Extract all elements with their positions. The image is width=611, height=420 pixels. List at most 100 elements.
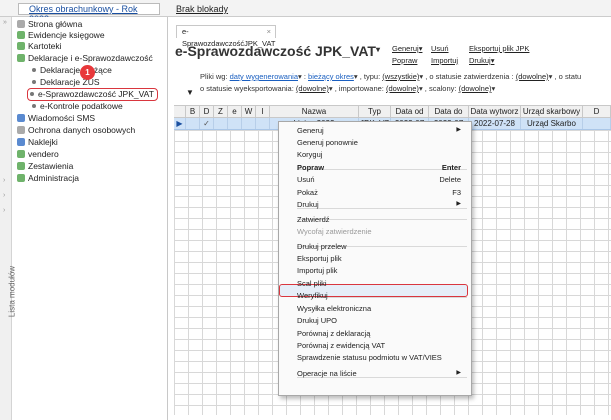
- column-header[interactable]: W: [242, 106, 256, 117]
- declarations-icon: [17, 54, 25, 62]
- dot-icon: [32, 68, 36, 72]
- menu-item-usun[interactable]: Usuń Delete: [297, 174, 467, 185]
- rail-label: Lista modułów: [7, 265, 17, 318]
- sidebar-item-deklaracje[interactable]: Deklaracje i e-Sprawozdawczość: [17, 53, 153, 64]
- tab-jpk-vat[interactable]: e-SprawozdawczośćJPK_VAT ×: [176, 25, 276, 48]
- menu-item-importuj-plik[interactable]: Importuj plik: [297, 265, 467, 276]
- menu-item-generuj-ponownie[interactable]: Generuj ponownie: [297, 137, 467, 148]
- filter-date-type[interactable]: daty wygenerowania: [230, 72, 298, 81]
- menu-item-label: Generuj: [297, 126, 324, 135]
- row-pointer-icon: ▶: [174, 118, 186, 129]
- column-header[interactable]: Z: [214, 106, 228, 117]
- eksportuj-button[interactable]: Eksportuj plik JPK: [469, 44, 529, 53]
- module-rail[interactable]: » › › › Lista modułów: [0, 17, 17, 420]
- menu-item-pokaz[interactable]: Pokaż F3: [297, 187, 467, 198]
- sidebar-item-administracja[interactable]: Administracja: [17, 173, 79, 184]
- menu-item-wycofaj-zatwierdzenie: Wycofaj zatwierdzenie: [297, 226, 467, 237]
- menu-item-generuj[interactable]: Generuj ▶: [297, 125, 467, 136]
- menu-item-label: Usuń: [297, 175, 315, 184]
- menu-item-scal-pliki[interactable]: Scal pliki: [297, 278, 467, 289]
- column-header[interactable]: Typ: [359, 106, 391, 117]
- column-header[interactable]: Nazwa: [270, 106, 359, 117]
- chevron-down-icon: ▾: [419, 72, 424, 81]
- popraw-button[interactable]: Popraw: [392, 56, 417, 65]
- column-header[interactable]: Data do: [429, 106, 469, 117]
- column-header[interactable]: Data wytworz: [469, 106, 521, 117]
- sidebar-item-label: Administracja: [28, 173, 80, 183]
- sidebar-item-zestawienia[interactable]: Zestawienia: [17, 161, 73, 172]
- filter-label: o statusie wyeksportowania:: [200, 84, 294, 93]
- filter-label: Pliki wg:: [200, 72, 228, 81]
- period-selector[interactable]: Okres obrachunkowy - Rok 2022 ▾: [18, 3, 160, 24]
- menu-item-porownaj-z-ewidencja-vat[interactable]: Porównaj z ewidencją VAT: [297, 340, 467, 351]
- menu-item-koryguj[interactable]: Koryguj: [297, 149, 467, 160]
- filter-merged[interactable]: (dowolne): [459, 84, 492, 93]
- page-title-text: e-Sprawozdawczość JPK_VAT: [175, 43, 376, 59]
- sidebar-item-strona-glowna[interactable]: Strona główna: [17, 19, 82, 30]
- dot-icon: [30, 92, 34, 96]
- menu-item-drukuj[interactable]: Drukuj ▶: [297, 199, 467, 210]
- menu-item-label: Sprawdzenie statusu podmiotu w VAT/VIES: [297, 353, 442, 362]
- sidebar-item-label: Strona główna: [28, 19, 83, 29]
- menu-item-drukuj-przelew[interactable]: Drukuj przelew: [297, 241, 467, 252]
- menu-item-label: Porównaj z deklaracją: [297, 329, 371, 338]
- menu-shortcut: F3: [452, 188, 461, 197]
- filter-line-1: Pliki wg: daty wygenerowania▾ : bieżący …: [200, 72, 582, 81]
- filter-export-status[interactable]: (dowolne): [296, 84, 329, 93]
- filter-type[interactable]: (wszystkie): [382, 72, 419, 81]
- table-cell: [583, 118, 611, 129]
- check-icon: ✓: [200, 118, 214, 129]
- sticker-icon: [17, 138, 25, 146]
- importuj-button[interactable]: Importuj: [431, 56, 458, 65]
- column-header[interactable]: D: [583, 106, 611, 117]
- filter-approval-status[interactable]: (dowolne): [516, 72, 549, 81]
- menu-item-porownaj-z-deklaracja[interactable]: Porównaj z deklaracją: [297, 328, 467, 339]
- menu-item-drukuj-upo[interactable]: Drukuj UPO: [297, 315, 467, 326]
- chevron-right-icon: ›: [3, 177, 6, 184]
- filter-period[interactable]: bieżący okres: [308, 72, 354, 81]
- close-icon[interactable]: ×: [267, 26, 271, 38]
- menu-item-wysylka-elektroniczna[interactable]: Wysyłka elektroniczna: [297, 303, 467, 314]
- column-header[interactable]: D: [200, 106, 214, 117]
- sidebar-item-label: Deklaracje i e-Sprawozdawczość: [28, 53, 153, 63]
- column-header[interactable]: B: [186, 106, 200, 117]
- sidebar-item-label: Ewidencje księgowe: [28, 30, 105, 40]
- menu-item-operacje-na-liscie[interactable]: Operacje na liście ▶: [297, 368, 467, 379]
- menu-item-zatwierdz[interactable]: Zatwierdź: [297, 214, 467, 225]
- sidebar-item-jpk-vat[interactable]: e-Sprawozdawczość JPK_VAT: [27, 88, 158, 101]
- blokady-link[interactable]: Brak blokady: [176, 4, 228, 14]
- column-header[interactable]: [174, 106, 186, 117]
- chevron-down-icon[interactable]: ▾: [376, 45, 380, 54]
- sidebar-item-label: Zestawienia: [28, 161, 74, 171]
- grid-header: B D Z e W I Nazwa Typ Data od Data do Da…: [174, 106, 611, 118]
- drukuj-button[interactable]: Drukuj▾: [469, 56, 494, 65]
- sidebar-item-ochrona[interactable]: Ochrona danych osobowych: [17, 125, 135, 136]
- sidebar-item-e-kontrole[interactable]: e-Kontrole podatkowe: [30, 101, 123, 112]
- sidebar-item-ewidencje[interactable]: Ewidencje księgowe: [17, 30, 105, 41]
- usun-button[interactable]: Usuń: [431, 44, 449, 53]
- column-header[interactable]: Urząd skarbowy: [521, 106, 583, 117]
- filter-imported[interactable]: (dowolne): [386, 84, 419, 93]
- menu-item-weryfikuj[interactable]: Weryfikuj: [297, 290, 467, 301]
- sidebar-item-kartoteki[interactable]: Kartoteki: [17, 41, 62, 52]
- sidebar-item-naklejki[interactable]: Naklejki: [17, 137, 58, 148]
- table-cell: 2022-07-28: [469, 118, 521, 129]
- report-icon: [17, 162, 25, 170]
- submenu-arrow-icon: ▶: [456, 370, 461, 376]
- generuj-button[interactable]: Generuj▾: [392, 44, 422, 53]
- sidebar-item-label: Kartoteki: [28, 41, 62, 51]
- expand-filters-icon[interactable]: ▼: [186, 88, 194, 97]
- sidebar-item-sms[interactable]: Wiadomości SMS: [17, 113, 95, 124]
- column-header[interactable]: Data od: [391, 106, 429, 117]
- chevron-right-icon: »: [3, 19, 7, 26]
- sidebar-item-deklaracje-biezace[interactable]: Deklaracje bieżące: [30, 65, 112, 76]
- menu-item-eksportuj-plik[interactable]: Eksportuj plik: [297, 253, 467, 264]
- filter-label: , o statusie zatwierdzenia :: [425, 72, 514, 81]
- menu-item-label: Operacje na liście: [297, 369, 357, 378]
- sidebar-item-vendero[interactable]: vendero: [17, 149, 59, 160]
- column-header[interactable]: I: [256, 106, 270, 117]
- menu-item-sprawdzenie-statusu[interactable]: Sprawdzenie statusu podmiotu w VAT/VIES: [297, 352, 467, 363]
- table-cell: [256, 118, 270, 129]
- menu-item-popraw[interactable]: Popraw Enter: [297, 162, 467, 173]
- column-header[interactable]: e: [228, 106, 242, 117]
